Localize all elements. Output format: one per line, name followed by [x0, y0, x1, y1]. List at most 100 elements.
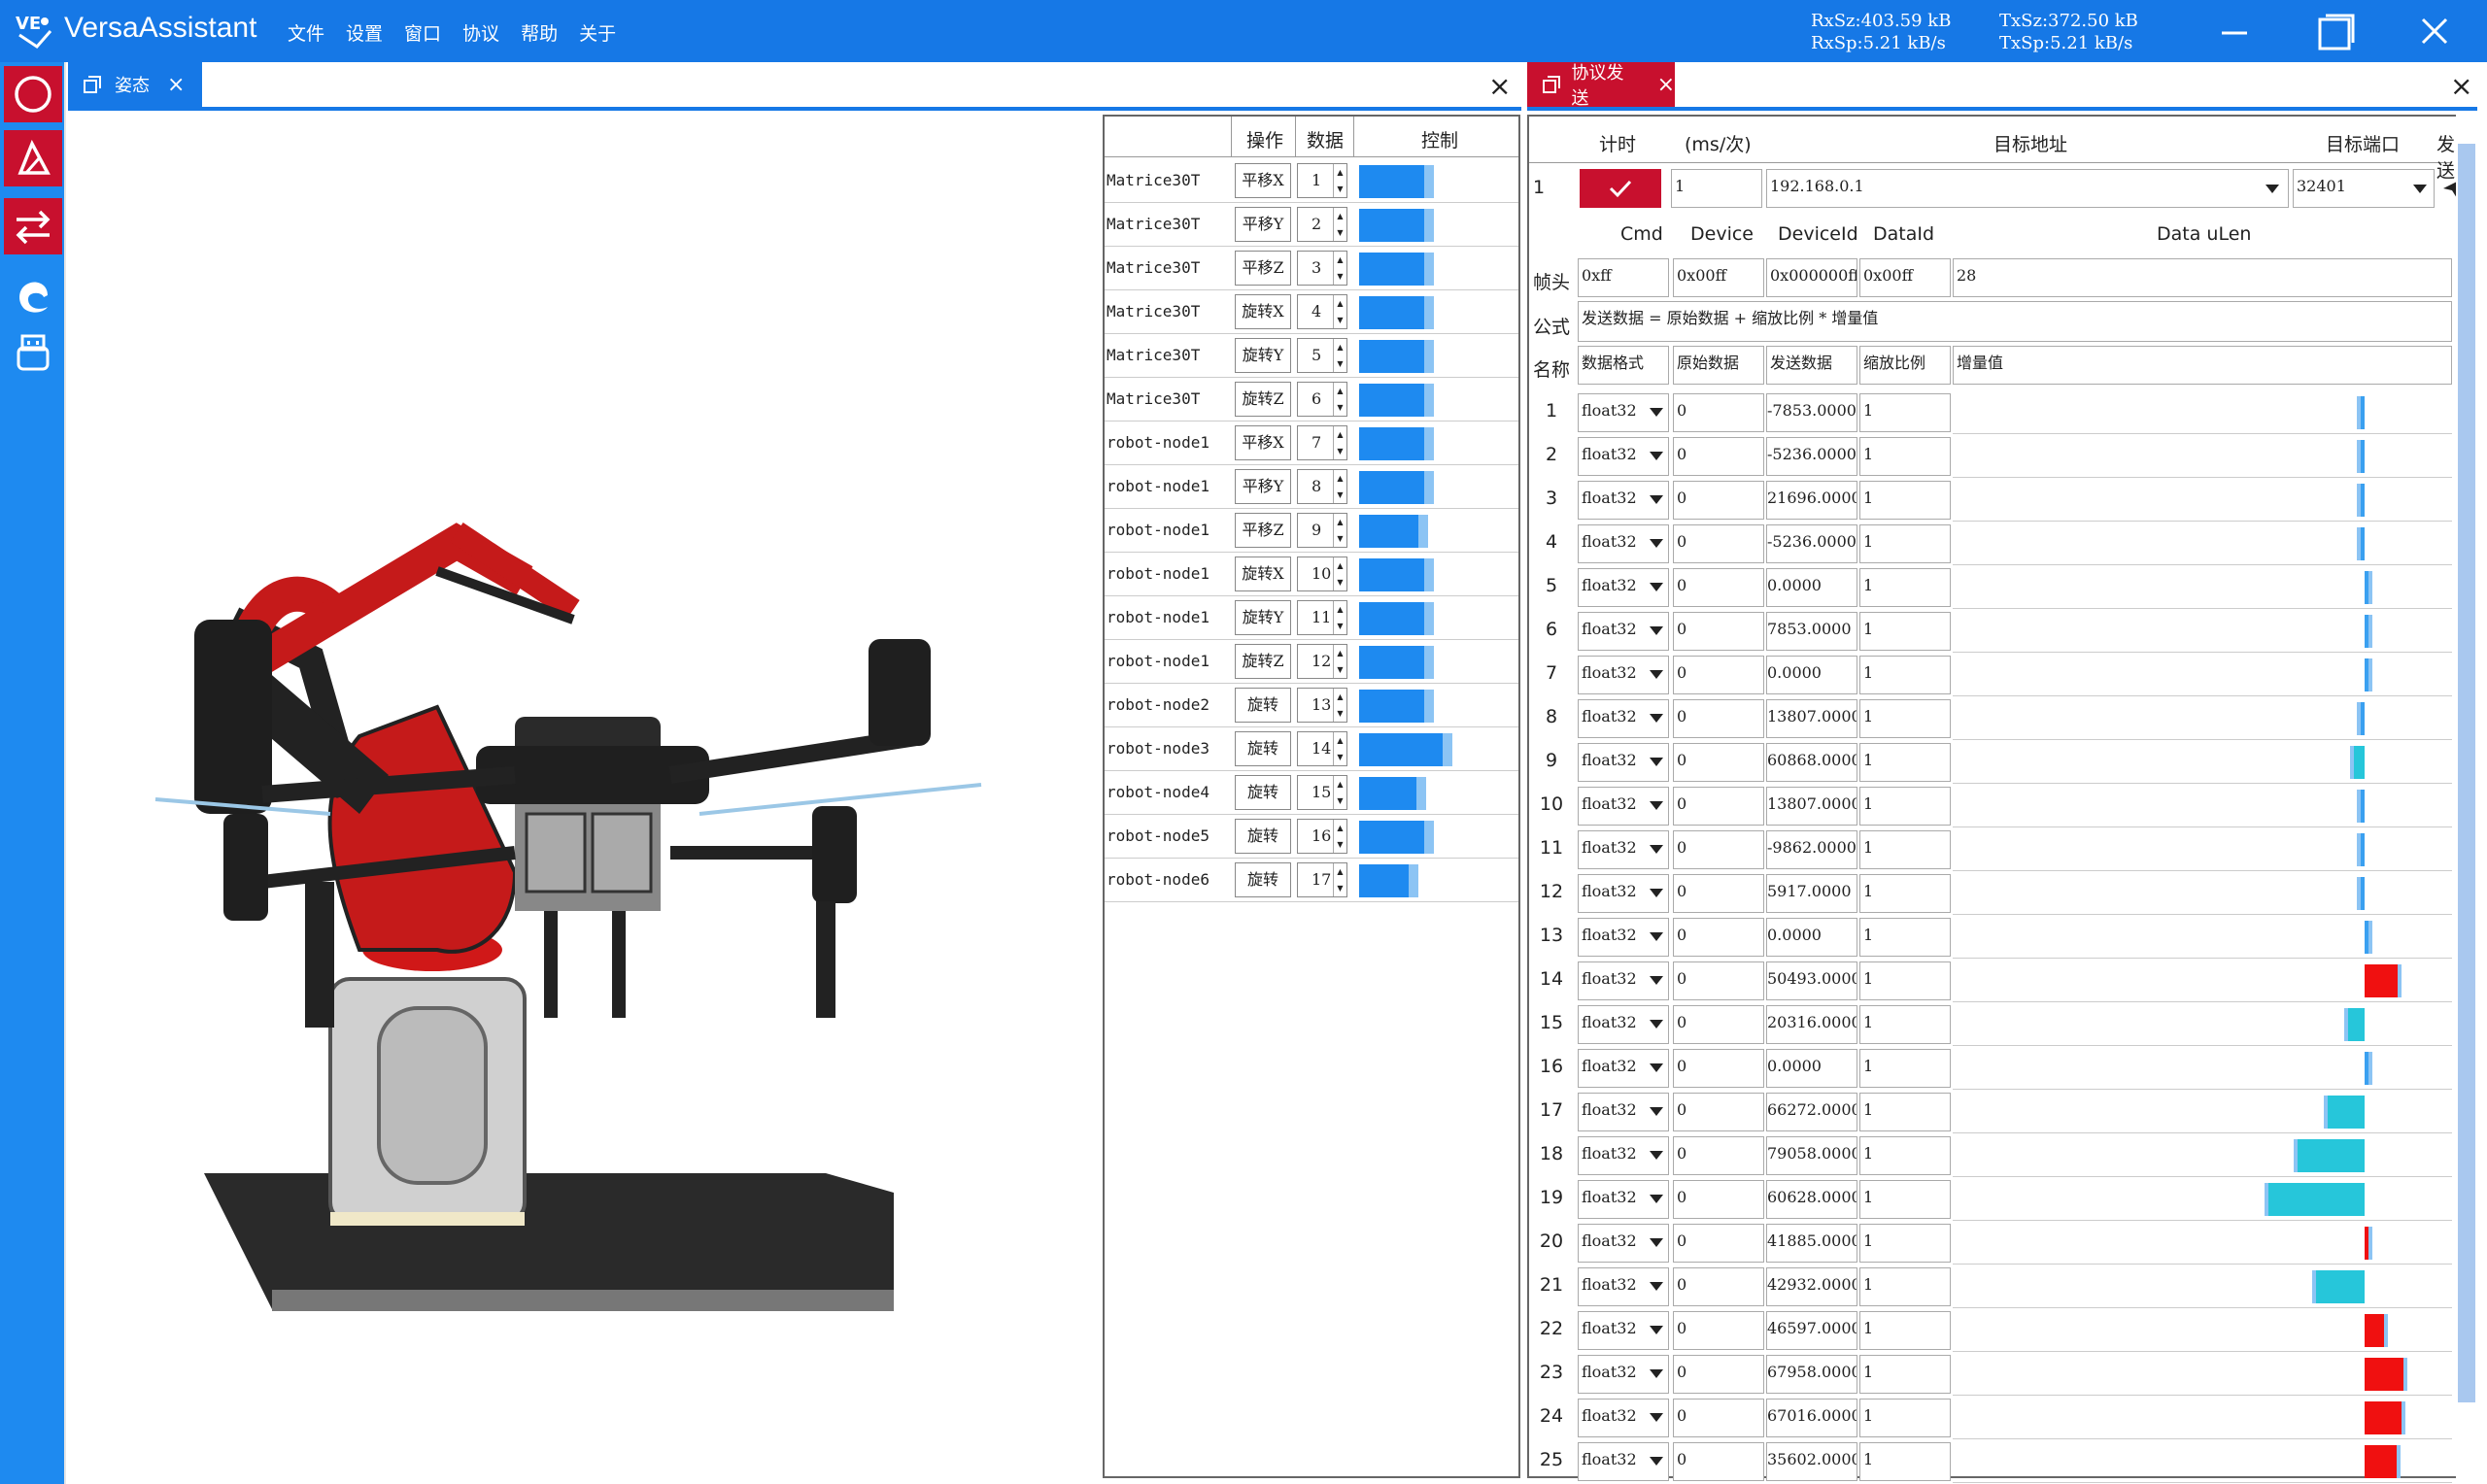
slider-handle[interactable] [1424, 471, 1434, 504]
op-button[interactable]: 平移X [1235, 163, 1291, 198]
format-dropdown-icon[interactable] [1650, 408, 1663, 417]
increment-slider[interactable] [1953, 653, 2452, 696]
increment-handle[interactable] [2384, 1314, 2388, 1347]
slider-handle[interactable] [1416, 777, 1426, 810]
increment-handle[interactable] [2398, 964, 2402, 997]
spin-arrows-icon[interactable]: ▲ ▼ [1333, 689, 1346, 722]
op-button[interactable]: 平移Y [1235, 207, 1291, 242]
slider-handle[interactable] [1443, 733, 1452, 766]
scale-input[interactable]: 1 [1859, 961, 1951, 1000]
increment-handle[interactable] [2357, 396, 2361, 429]
slider-handle[interactable] [1418, 515, 1428, 548]
increment-slider[interactable] [1953, 609, 2452, 653]
format-dropdown-icon[interactable] [1650, 932, 1663, 941]
data-spinbox[interactable]: 7 ▲ ▼ [1297, 425, 1347, 460]
format-dropdown-icon[interactable] [1650, 976, 1663, 985]
data-spinbox[interactable]: 15 ▲ ▼ [1297, 775, 1347, 810]
scale-input[interactable]: 1 [1859, 787, 1951, 826]
slider-handle[interactable] [1424, 253, 1434, 286]
increment-slider[interactable] [1953, 390, 2452, 434]
op-button[interactable]: 旋转Z [1235, 644, 1291, 679]
maximize-button[interactable] [2312, 8, 2359, 54]
increment-handle[interactable] [2357, 484, 2361, 517]
scale-input[interactable]: 1 [1859, 874, 1951, 913]
op-button[interactable]: 平移X [1235, 425, 1291, 460]
increment-slider[interactable] [1953, 1439, 2452, 1483]
left-panel-close-icon[interactable]: × [1488, 70, 1511, 102]
scale-input[interactable]: 1 [1859, 699, 1951, 738]
3d-viewport[interactable] [68, 115, 1102, 1478]
spin-arrows-icon[interactable]: ▲ ▼ [1333, 426, 1346, 459]
control-slider[interactable] [1359, 253, 1424, 286]
control-slider[interactable] [1359, 165, 1424, 198]
raw-input[interactable]: 0 [1673, 1093, 1764, 1131]
raw-input[interactable]: 0 [1673, 1049, 1764, 1088]
format-dropdown-icon[interactable] [1650, 1326, 1663, 1334]
control-slider[interactable] [1359, 777, 1416, 810]
spin-arrows-icon[interactable]: ▲ ▼ [1333, 645, 1346, 678]
slider-handle[interactable] [1424, 602, 1434, 635]
increment-handle[interactable] [2368, 1227, 2372, 1260]
frame-data-ulen-input[interactable]: 28 [1953, 258, 2452, 297]
data-spinbox[interactable]: 1 ▲ ▼ [1297, 163, 1347, 198]
timer-toggle[interactable] [1580, 169, 1661, 208]
scale-input[interactable]: 1 [1859, 1311, 1951, 1350]
raw-input[interactable]: 0 [1673, 568, 1764, 607]
increment-slider[interactable] [1953, 1265, 2452, 1308]
increment-handle[interactable] [2357, 790, 2361, 823]
slider-handle[interactable] [1424, 165, 1434, 198]
frame-device-id-input[interactable]: 0x000000ff [1766, 258, 1857, 297]
increment-slider[interactable] [1953, 1133, 2452, 1177]
right-panel-close-icon[interactable]: × [2450, 70, 2472, 102]
scale-input[interactable]: 1 [1859, 1442, 1951, 1481]
raw-input[interactable]: 0 [1673, 1355, 1764, 1394]
increment-bar[interactable] [2314, 1270, 2365, 1303]
increment-bar[interactable] [2346, 1008, 2365, 1041]
increment-handle[interactable] [2368, 658, 2372, 691]
tab-protocol-send[interactable]: 协议发送 × [1527, 62, 1675, 109]
spin-arrows-icon[interactable]: ▲ ▼ [1333, 339, 1346, 372]
menu-help[interactable]: 帮助 [521, 19, 558, 46]
format-dropdown-icon[interactable] [1650, 1063, 1663, 1072]
scale-input[interactable]: 1 [1859, 1399, 1951, 1437]
raw-input[interactable]: 0 [1673, 699, 1764, 738]
increment-handle[interactable] [2397, 1445, 2401, 1478]
op-button[interactable]: 旋转 [1235, 862, 1291, 897]
format-dropdown-icon[interactable] [1650, 758, 1663, 766]
sidebar-item-circle[interactable] [4, 66, 62, 122]
raw-input[interactable]: 0 [1673, 961, 1764, 1000]
control-slider[interactable] [1359, 690, 1424, 723]
increment-handle[interactable] [2344, 1008, 2348, 1041]
slider-handle[interactable] [1424, 296, 1434, 329]
increment-slider[interactable] [1953, 915, 2452, 959]
format-dropdown-icon[interactable] [1650, 452, 1663, 460]
control-slider[interactable] [1359, 821, 1424, 854]
format-dropdown-icon[interactable] [1650, 801, 1663, 810]
port-dropdown-icon[interactable] [2413, 185, 2427, 193]
slider-handle[interactable] [1424, 690, 1434, 723]
address-dropdown-icon[interactable] [2266, 185, 2279, 193]
spin-arrows-icon[interactable]: ▲ ▼ [1333, 557, 1346, 590]
data-spinbox[interactable]: 16 ▲ ▼ [1297, 819, 1347, 854]
spin-arrows-icon[interactable]: ▲ ▼ [1333, 732, 1346, 765]
raw-input[interactable]: 0 [1673, 1224, 1764, 1263]
frame-cmd-input[interactable]: 0xff [1578, 258, 1669, 297]
op-button[interactable]: 旋转 [1235, 731, 1291, 766]
format-dropdown-icon[interactable] [1650, 1195, 1663, 1203]
increment-slider[interactable] [1953, 1046, 2452, 1090]
spin-arrows-icon[interactable]: ▲ ▼ [1333, 252, 1346, 285]
spin-arrows-icon[interactable]: ▲ ▼ [1333, 601, 1346, 634]
scale-input[interactable]: 1 [1859, 437, 1951, 476]
format-dropdown-icon[interactable] [1650, 845, 1663, 854]
scrollbar-thumb[interactable] [2458, 144, 2475, 1402]
control-slider[interactable] [1359, 733, 1443, 766]
format-dropdown-icon[interactable] [1650, 539, 1663, 548]
op-button[interactable]: 平移Z [1235, 251, 1291, 286]
data-spinbox[interactable]: 12 ▲ ▼ [1297, 644, 1347, 679]
format-dropdown-icon[interactable] [1650, 1151, 1663, 1160]
increment-slider[interactable] [1953, 827, 2452, 871]
data-spinbox[interactable]: 8 ▲ ▼ [1297, 469, 1347, 504]
increment-slider[interactable] [1953, 1002, 2452, 1046]
sidebar-item-edge[interactable] [4, 268, 62, 324]
raw-input[interactable]: 0 [1673, 787, 1764, 826]
